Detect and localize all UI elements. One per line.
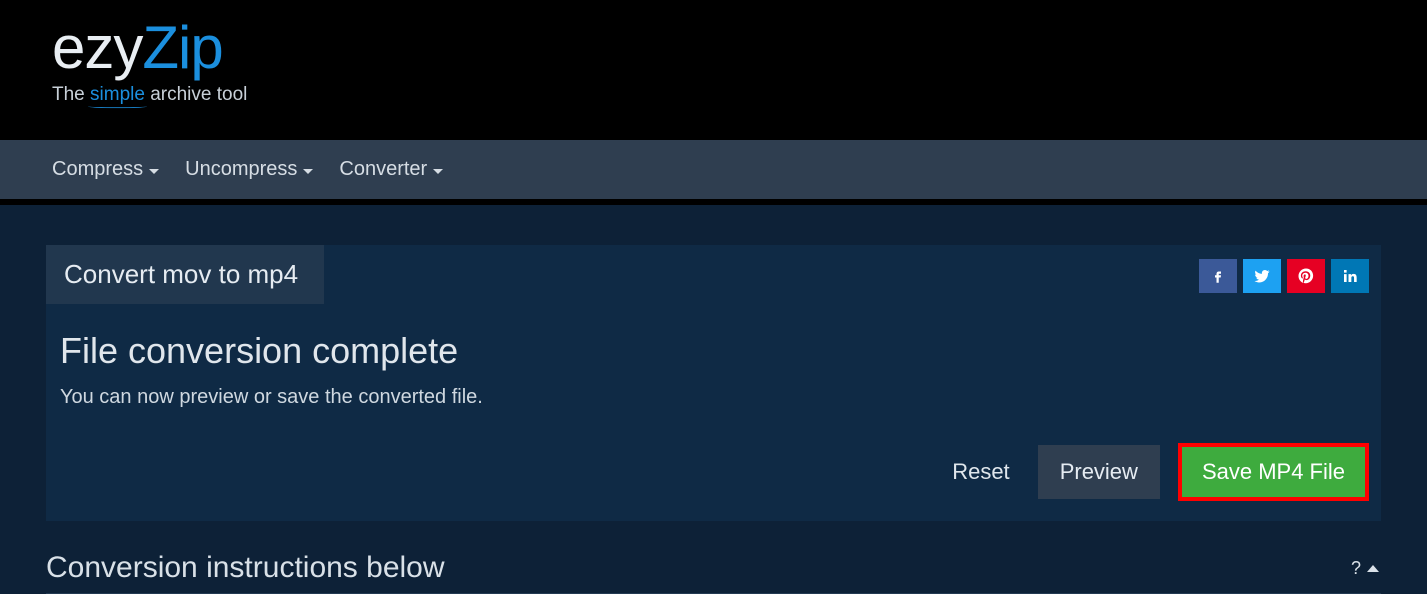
action-row: Reset Preview Save MP4 File: [46, 413, 1381, 501]
nav-compress-label: Compress: [52, 158, 143, 181]
tagline-mid: simple: [90, 84, 145, 106]
tagline-pre: The: [52, 84, 90, 105]
caret-down-icon: [303, 169, 313, 174]
facebook-icon: [1209, 267, 1227, 285]
caret-down-icon: [433, 169, 443, 174]
help-label: ?: [1351, 558, 1361, 579]
nav-converter[interactable]: Converter: [339, 158, 443, 181]
tagline-post: archive tool: [145, 84, 247, 105]
pinterest-icon: [1297, 267, 1315, 285]
nav-uncompress[interactable]: Uncompress: [185, 158, 313, 181]
instructions-title: Conversion instructions below: [46, 551, 445, 585]
content-area: Convert mov to mp4 File conversion compl…: [0, 205, 1427, 594]
reset-button[interactable]: Reset: [942, 445, 1019, 499]
caret-up-icon: [1367, 565, 1379, 572]
share-twitter-button[interactable]: [1243, 259, 1281, 293]
nav-converter-label: Converter: [339, 158, 427, 181]
status-subtitle: You can now preview or save the converte…: [60, 386, 1365, 409]
nav-uncompress-label: Uncompress: [185, 158, 297, 181]
social-share-row: [1199, 245, 1381, 293]
card-body: File conversion complete You can now pre…: [46, 304, 1381, 413]
logo-part1: ezy: [52, 14, 142, 81]
nav-compress[interactable]: Compress: [52, 158, 159, 181]
status-title: File conversion complete: [60, 330, 1365, 372]
tagline: The simple archive tool: [52, 84, 247, 106]
tab-row: Convert mov to mp4: [46, 245, 1381, 304]
site-header: ezyZip The simple archive tool: [0, 0, 1427, 140]
share-pinterest-button[interactable]: [1287, 259, 1325, 293]
logo-part2: Zip: [142, 14, 222, 81]
instructions-header: Conversion instructions below ?: [46, 521, 1381, 594]
share-linkedin-button[interactable]: [1331, 259, 1369, 293]
share-facebook-button[interactable]: [1199, 259, 1237, 293]
caret-down-icon: [149, 169, 159, 174]
tab-convert-mov-to-mp4[interactable]: Convert mov to mp4: [46, 245, 324, 304]
conversion-card: Convert mov to mp4 File conversion compl…: [46, 245, 1381, 521]
preview-button[interactable]: Preview: [1038, 445, 1160, 499]
linkedin-icon: [1341, 267, 1359, 285]
nav-bar: Compress Uncompress Converter: [0, 140, 1427, 205]
save-mp4-button[interactable]: Save MP4 File: [1178, 443, 1369, 501]
twitter-icon: [1253, 267, 1271, 285]
help-toggle[interactable]: ?: [1351, 558, 1379, 579]
logo-text: ezyZip: [52, 18, 247, 78]
logo[interactable]: ezyZip The simple archive tool: [52, 18, 247, 106]
